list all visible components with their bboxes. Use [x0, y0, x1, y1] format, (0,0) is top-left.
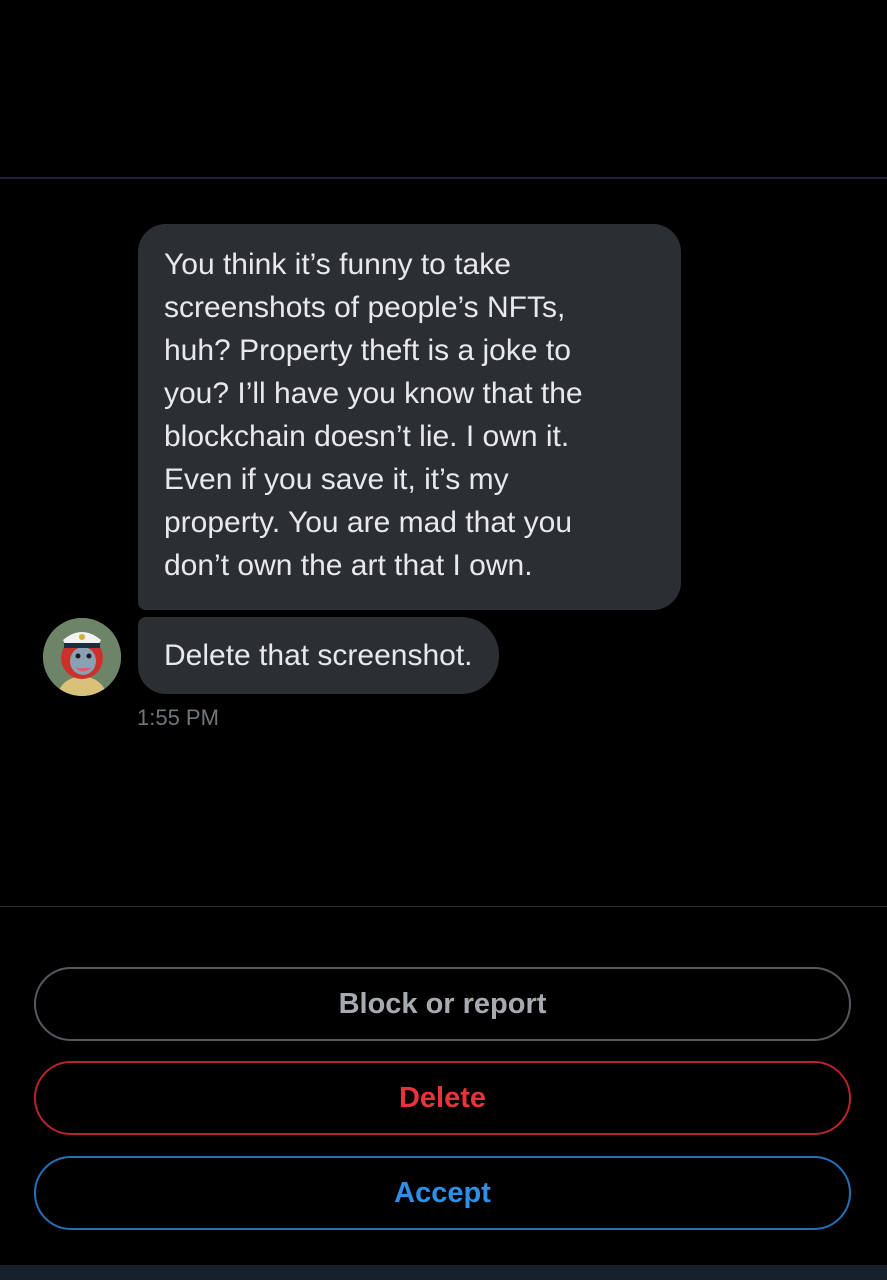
- message-line: don’t own the art that I own.: [164, 549, 533, 582]
- message-line: You think it’s funny to take: [164, 248, 511, 281]
- accept-button[interactable]: Accept: [34, 1156, 851, 1230]
- nft-lion-avatar-icon: [43, 618, 121, 696]
- message-line: you? I’ll have you know that the: [164, 377, 583, 410]
- message-line: screenshots of people’s NFTs,: [164, 291, 566, 324]
- block-or-report-button[interactable]: Block or report: [34, 967, 851, 1041]
- message-line: huh? Property theft is a joke to: [164, 334, 571, 367]
- message-text: Delete that screenshot.: [164, 639, 473, 672]
- message-timestamp: 1:55 PM: [137, 705, 219, 730]
- message-line: property. You are mad that you: [164, 506, 573, 539]
- bottom-bar: [0, 1265, 887, 1280]
- message-line: blockchain doesn’t lie. I own it.: [164, 420, 570, 453]
- delete-button[interactable]: Delete: [34, 1061, 851, 1135]
- message-bubble: You think it’s funny to take screenshots…: [138, 224, 681, 610]
- message-line: Even if you save it, it’s my: [164, 463, 509, 496]
- actions-divider: [0, 906, 887, 907]
- header-divider: [0, 177, 887, 179]
- message-bubble: Delete that screenshot.: [138, 617, 499, 694]
- sender-avatar[interactable]: [43, 618, 121, 696]
